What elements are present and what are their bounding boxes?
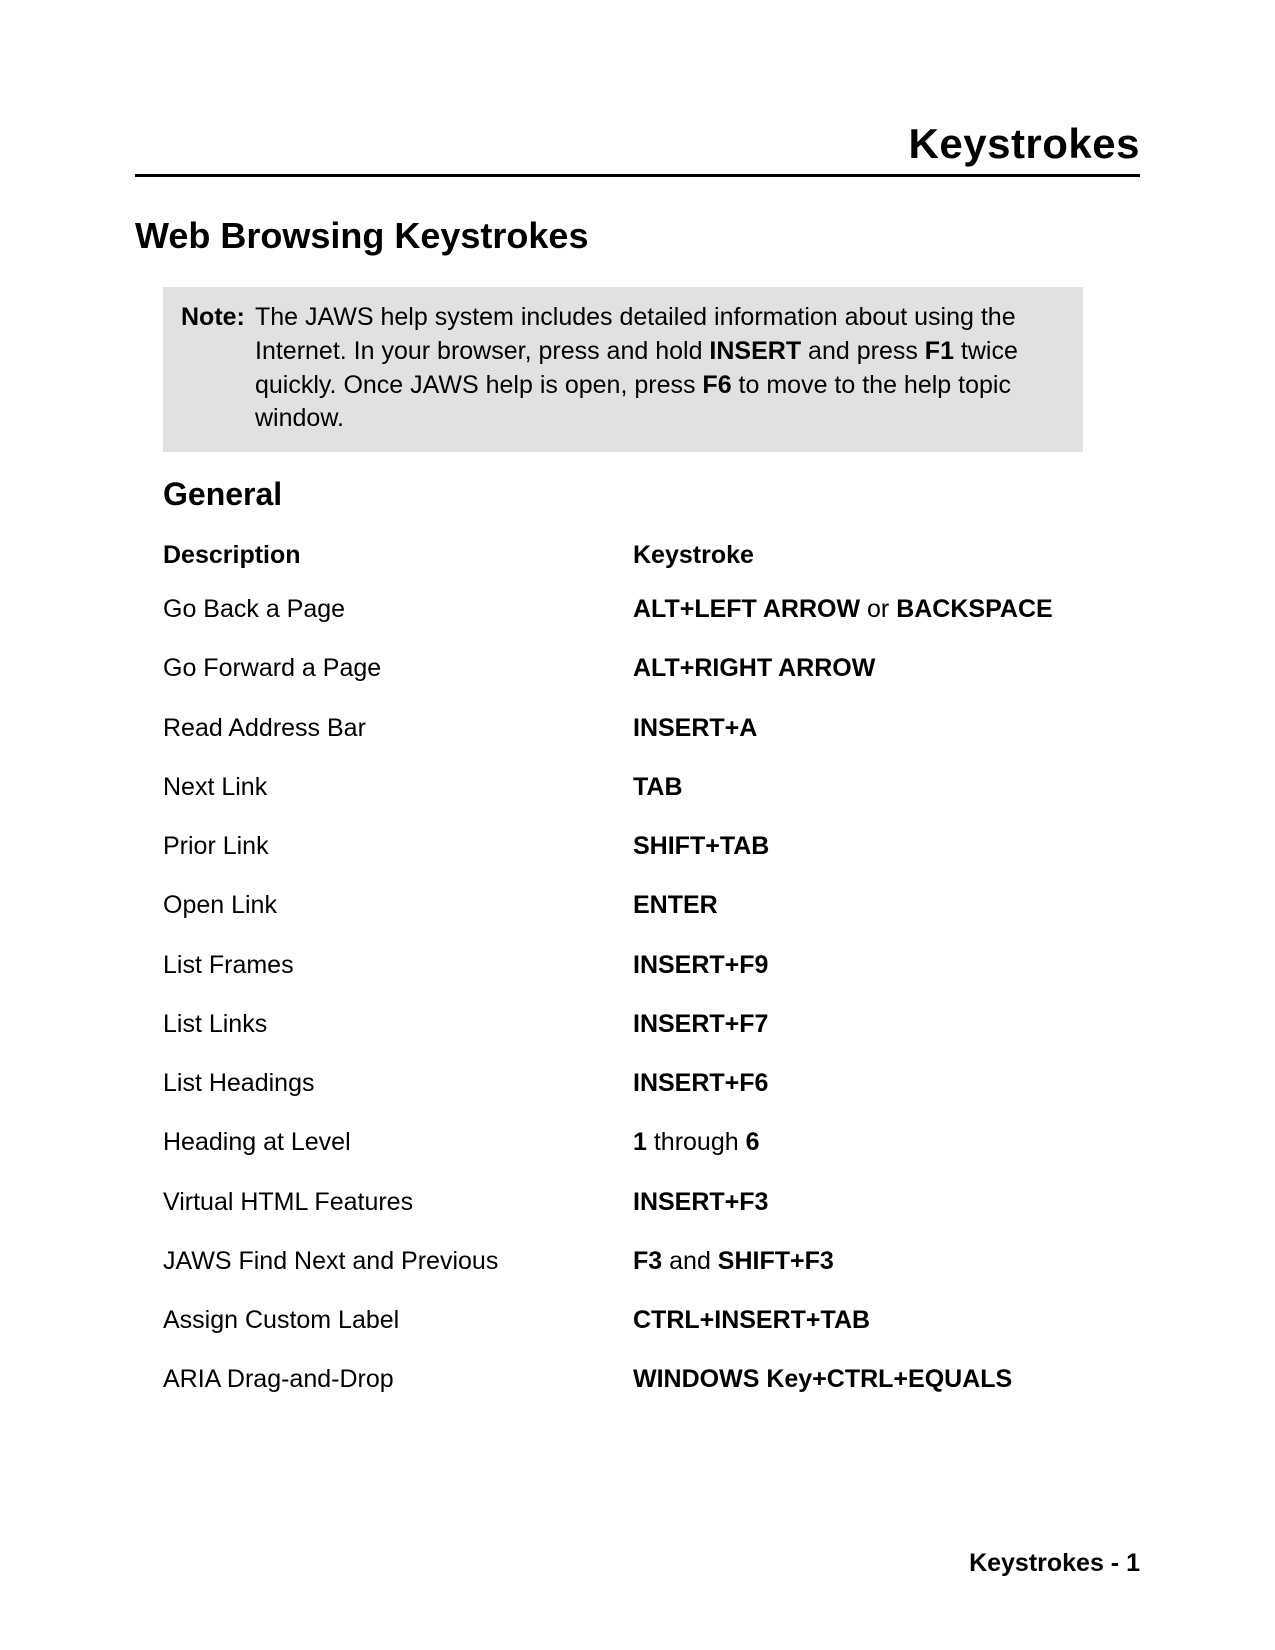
table-header-row: Description Keystroke [163,541,1063,570]
keystroke-bold: INSERT+F9 [633,951,768,979]
note-label: Note: [181,301,255,436]
cell-keystroke: F3 and SHIFT+F3 [633,1246,1063,1277]
cell-description: Go Back a Page [163,594,633,625]
table-row: Open LinkENTER [163,890,1063,921]
cell-keystroke: SHIFT+TAB [633,831,1063,862]
cell-description: Assign Custom Label [163,1305,633,1336]
table-row: JAWS Find Next and PreviousF3 and SHIFT+… [163,1246,1063,1277]
cell-keystroke: TAB [633,772,1063,803]
cell-description: Open Link [163,890,633,921]
table-row: Next LinkTAB [163,772,1063,803]
keystroke-bold: INSERT+F6 [633,1069,768,1097]
table-row: Go Back a PageALT+LEFT ARROW or BACKSPAC… [163,594,1063,625]
cell-keystroke: ALT+LEFT ARROW or BACKSPACE [633,594,1063,625]
header-keystroke: Keystroke [633,541,1063,570]
keystroke-bold: WINDOWS Key+CTRL+EQUALS [633,1365,1012,1393]
note-text: The JAWS help system includes detailed i… [255,301,1065,436]
cell-description: Next Link [163,772,633,803]
table-row: Read Address BarINSERT+A [163,713,1063,744]
cell-keystroke: INSERT+F7 [633,1009,1063,1040]
keystroke-bold: CTRL+INSERT+TAB [633,1306,870,1334]
table-row: List HeadingsINSERT+F6 [163,1068,1063,1099]
table-row: ARIA Drag-and-DropWINDOWS Key+CTRL+EQUAL… [163,1364,1063,1395]
keystroke-bold: SHIFT+TAB [633,832,769,860]
keystroke-bold: INSERT+A [633,714,757,742]
cell-description: Virtual HTML Features [163,1187,633,1218]
document-title: Keystrokes [135,120,1140,177]
keystroke-table: Description Keystroke Go Back a PageALT+… [163,541,1063,1396]
table-row: Go Forward a PageALT+RIGHT ARROW [163,653,1063,684]
table-row: List FramesINSERT+F9 [163,950,1063,981]
cell-description: Heading at Level [163,1127,633,1158]
cell-keystroke: INSERT+A [633,713,1063,744]
keystroke-bold: 6 [746,1128,760,1156]
subsection-title: General [163,476,1140,513]
cell-description: List Frames [163,950,633,981]
keystroke-bold: 1 [633,1128,647,1156]
keystroke-bold: INSERT+F7 [633,1010,768,1038]
cell-keystroke: INSERT+F3 [633,1187,1063,1218]
cell-description: List Headings [163,1068,633,1099]
section-title: Web Browsing Keystrokes [135,215,1140,257]
cell-description: Go Forward a Page [163,653,633,684]
cell-keystroke: ALT+RIGHT ARROW [633,653,1063,684]
cell-keystroke: CTRL+INSERT+TAB [633,1305,1063,1336]
cell-description: List Links [163,1009,633,1040]
table-row: List LinksINSERT+F7 [163,1009,1063,1040]
cell-description: JAWS Find Next and Previous [163,1246,633,1277]
cell-keystroke: INSERT+F9 [633,950,1063,981]
table-row: Assign Custom LabelCTRL+INSERT+TAB [163,1305,1063,1336]
keystroke-bold: ALT+RIGHT ARROW [633,654,875,682]
keystroke-bold: BACKSPACE [896,595,1053,623]
cell-keystroke: INSERT+F6 [633,1068,1063,1099]
keystroke-bold: ALT+LEFT ARROW [633,595,860,623]
table-row: Prior LinkSHIFT+TAB [163,831,1063,862]
keystroke-bold: TAB [633,773,683,801]
cell-keystroke: 1 through 6 [633,1127,1063,1158]
keystroke-text: and [662,1247,718,1275]
note-bold-span: INSERT [709,337,801,365]
cell-description: Prior Link [163,831,633,862]
page: Keystrokes Web Browsing Keystrokes Note:… [0,0,1275,1650]
note-bold-span: F6 [702,371,731,399]
note-span: and press [801,337,925,365]
cell-keystroke: ENTER [633,890,1063,921]
page-footer: Keystrokes - 1 [969,1549,1140,1578]
cell-description: ARIA Drag-and-Drop [163,1364,633,1395]
keystroke-bold: SHIFT+F3 [718,1247,834,1275]
keystroke-bold: INSERT+F3 [633,1188,768,1216]
cell-description: Read Address Bar [163,713,633,744]
table-row: Heading at Level1 through 6 [163,1127,1063,1158]
header-description: Description [163,541,633,570]
keystroke-text: through [647,1128,746,1156]
cell-keystroke: WINDOWS Key+CTRL+EQUALS [633,1364,1063,1395]
keystroke-text: or [860,595,896,623]
note-bold-span: F1 [925,337,954,365]
table-row: Virtual HTML FeaturesINSERT+F3 [163,1187,1063,1218]
note-box: Note: The JAWS help system includes deta… [163,287,1083,452]
keystroke-bold: ENTER [633,891,718,919]
keystroke-bold: F3 [633,1247,662,1275]
